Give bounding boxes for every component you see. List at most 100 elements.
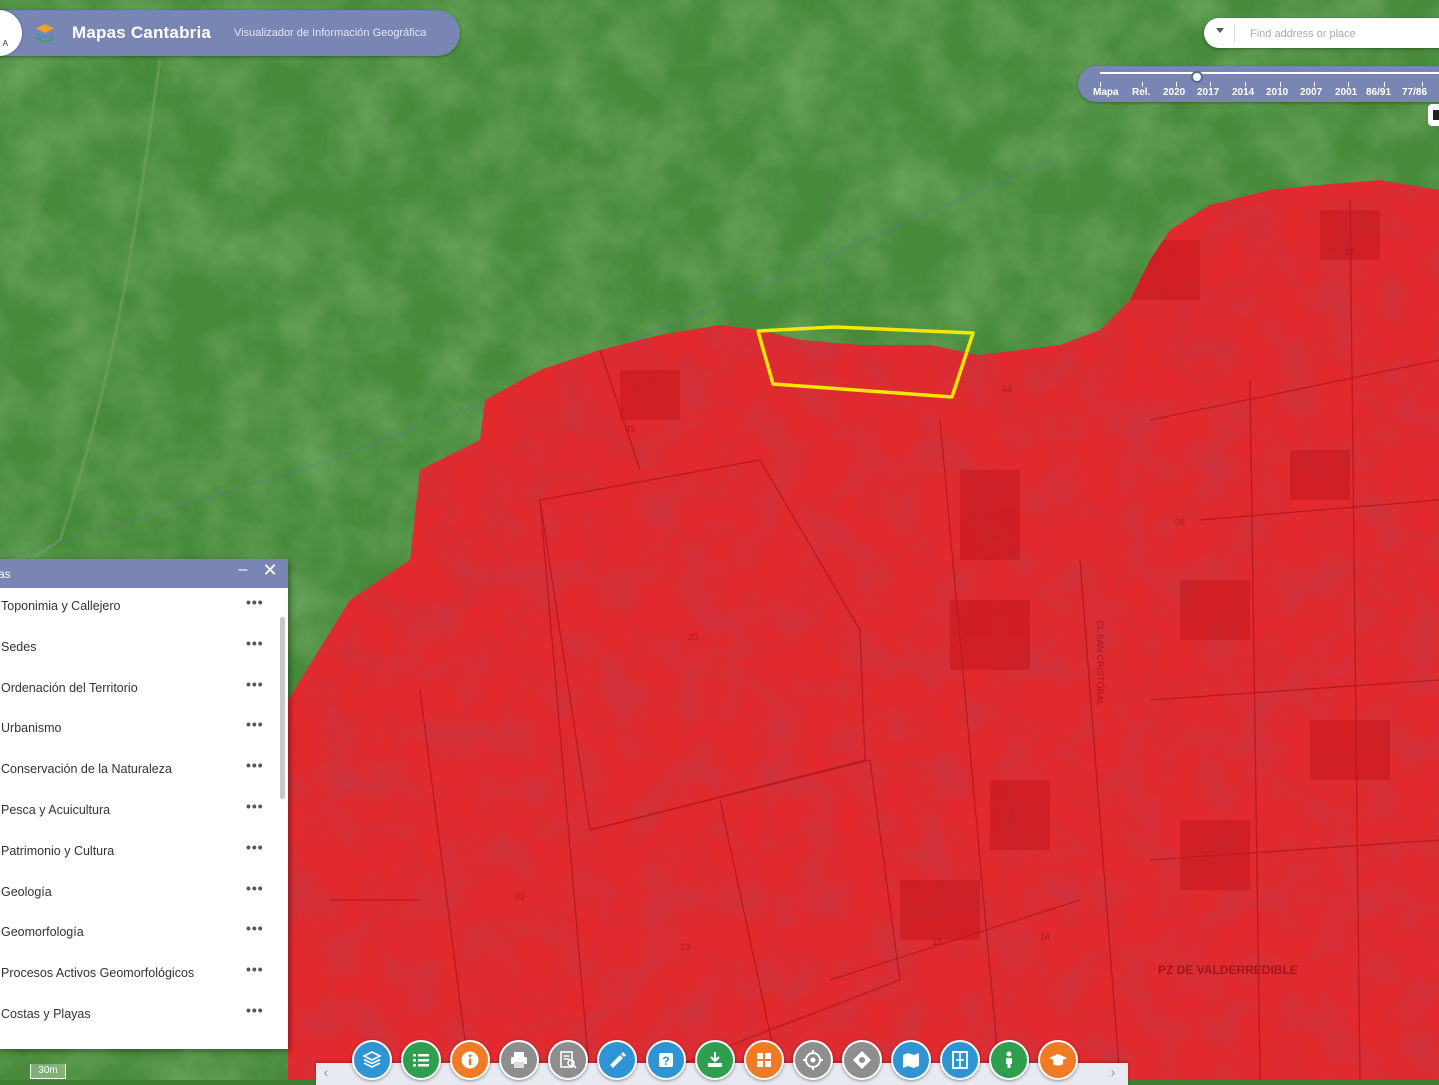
- parcel-number: 03: [1002, 384, 1012, 394]
- layer-group-item[interactable]: Urbanismo •••: [0, 710, 280, 751]
- time-label-2017[interactable]: 2017: [1197, 87, 1219, 98]
- layer-group-label: Procesos Activos Geomorfológicos: [1, 966, 195, 981]
- measure-icon: [610, 1052, 626, 1068]
- layer-group-item[interactable]: Sedes •••: [0, 629, 280, 670]
- layers-panel-header: as – ✕: [0, 559, 288, 588]
- layer-group-item[interactable]: Procesos Activos Geomorfológicos •••: [0, 955, 280, 996]
- app-layers-icon: [36, 24, 54, 43]
- search-source-dropdown-icon[interactable]: [1216, 28, 1224, 33]
- info-tool-button[interactable]: [450, 1040, 490, 1080]
- download-icon: [708, 1052, 722, 1067]
- grid-tool-button[interactable]: [744, 1040, 784, 1080]
- layers-panel: as – ✕ Toponimia y Callejero ••• Sedes ••• O…: [0, 559, 288, 1049]
- layer-group-label: Patrimonio y Cultura: [1, 843, 115, 858]
- street-label-calle: CL SAN CRISTÓBAL: [1095, 620, 1105, 706]
- more-options-icon[interactable]: •••: [246, 716, 264, 732]
- time-label-rel[interactable]: Rel.: [1132, 87, 1150, 98]
- layer-group-item[interactable]: Ordenación del Territorio •••: [0, 670, 280, 711]
- minimize-icon[interactable]: –: [235, 561, 251, 583]
- split-tool-button[interactable]: [940, 1040, 980, 1080]
- parcel-number: 20: [688, 632, 698, 642]
- parcel-number: 23: [680, 942, 690, 952]
- help-tool-button[interactable]: ?: [646, 1040, 686, 1080]
- education-tool-button[interactable]: [1038, 1040, 1078, 1080]
- streetview-icon: [1006, 1051, 1012, 1068]
- more-options-icon[interactable]: •••: [246, 676, 264, 692]
- parcel-number: 14: [1040, 932, 1050, 942]
- parcel-number: 12: [1345, 247, 1355, 257]
- street-label-plaza: PZ DE VALDERREDIBLE: [1158, 963, 1298, 977]
- layer-group-label: Conservación de la Naturaleza: [1, 762, 172, 777]
- layer-group-item[interactable]: Patrimonio y Cultura •••: [0, 833, 280, 874]
- layer-group-item[interactable]: Conservación de la Naturaleza •••: [0, 751, 280, 792]
- time-label-2010[interactable]: 2010: [1266, 87, 1288, 98]
- scale-bar: 30m: [30, 1064, 66, 1079]
- time-label-mapa[interactable]: Mapa: [1093, 87, 1119, 98]
- app-subtitle: Visualizador de Información Geográfica: [234, 27, 427, 39]
- layer-group-item[interactable]: Geomorfología •••: [0, 914, 280, 955]
- more-options-icon[interactable]: •••: [246, 1002, 264, 1018]
- layers-icon: [362, 1051, 382, 1068]
- print-tool-button[interactable]: [499, 1040, 539, 1080]
- close-icon[interactable]: ✕: [260, 560, 280, 582]
- time-label-2007[interactable]: 2007: [1300, 87, 1322, 98]
- download-tool-button[interactable]: [695, 1040, 735, 1080]
- more-options-icon[interactable]: •••: [246, 920, 264, 936]
- time-label-77-86[interactable]: 77/86: [1402, 87, 1427, 98]
- more-options-icon[interactable]: •••: [246, 594, 264, 610]
- streetview-tool-button[interactable]: [989, 1040, 1029, 1080]
- layer-group-item[interactable]: Costas y Playas •••: [0, 996, 280, 1037]
- layer-group-label: Costas y Playas: [1, 1006, 91, 1021]
- more-options-icon[interactable]: •••: [246, 757, 264, 773]
- logo[interactable]: A: [0, 10, 22, 56]
- query-icon: [560, 1051, 577, 1069]
- time-label-2001[interactable]: 2001: [1335, 87, 1357, 98]
- logo-caption: A: [2, 39, 8, 48]
- education-icon: [1049, 1054, 1067, 1066]
- layer-group-list: Toponimia y Callejero ••• Sedes ••• Ordenaci…: [0, 588, 280, 1037]
- app-header: A Mapas Cantabria Visualizador de Inform…: [0, 10, 460, 56]
- overview-toggle-icon[interactable]: [1428, 104, 1439, 126]
- layer-group-item[interactable]: Pesca y Acuicultura •••: [0, 792, 280, 833]
- measure-tool-button[interactable]: [597, 1040, 637, 1080]
- layer-group-label: Urbanismo: [1, 721, 62, 736]
- search-input[interactable]: [1248, 23, 1439, 45]
- list-tool-button[interactable]: [401, 1040, 441, 1080]
- more-options-icon[interactable]: •••: [246, 839, 264, 855]
- more-options-icon[interactable]: •••: [246, 961, 264, 977]
- search-box: [1204, 18, 1439, 48]
- map-icon: [903, 1053, 919, 1068]
- parcel-number: 13: [932, 937, 942, 947]
- target-icon: [803, 1050, 823, 1070]
- svg-text:?: ?: [662, 1054, 669, 1068]
- layer-group-label: Ordenación del Territorio: [1, 680, 138, 695]
- time-label-2020[interactable]: 2020: [1163, 87, 1185, 98]
- query-tool-button[interactable]: [548, 1040, 588, 1080]
- time-label-2014[interactable]: 2014: [1232, 87, 1254, 98]
- time-label-86-91[interactable]: 86/91: [1366, 87, 1391, 98]
- time-slider-track[interactable]: [1100, 71, 1439, 87]
- more-options-icon[interactable]: •••: [246, 880, 264, 896]
- toolbar-next-icon[interactable]: ›: [1103, 1064, 1123, 1080]
- time-slider[interactable]: Mapa Rel. 2020 2017 2014 2010 2007 2001 …: [1078, 66, 1439, 102]
- app-title: Mapas Cantabria: [72, 23, 212, 42]
- print-icon: [511, 1052, 527, 1068]
- layer-group-item[interactable]: Toponimia y Callejero •••: [0, 588, 280, 629]
- grid-icon: [757, 1053, 771, 1067]
- layer-group-label: Geología: [1, 884, 52, 899]
- layer-group-label: Geomorfología: [1, 925, 84, 940]
- map-tool-button[interactable]: [891, 1040, 931, 1080]
- more-options-icon[interactable]: •••: [246, 798, 264, 814]
- search-divider: [1234, 24, 1235, 42]
- layer-group-item[interactable]: Geología •••: [0, 874, 280, 915]
- list-icon: [413, 1054, 429, 1067]
- layer-group-label: Sedes: [1, 639, 37, 654]
- layers-panel-title: as: [0, 567, 11, 581]
- time-slider-handle[interactable]: [1191, 71, 1203, 83]
- compass-tool-button[interactable]: [842, 1040, 882, 1080]
- panel-scrollbar[interactable]: [280, 617, 285, 799]
- layers-tool-button[interactable]: [352, 1040, 392, 1080]
- more-options-icon[interactable]: •••: [246, 635, 264, 651]
- toolbar-prev-icon[interactable]: ‹: [316, 1064, 336, 1080]
- target-tool-button[interactable]: [793, 1040, 833, 1080]
